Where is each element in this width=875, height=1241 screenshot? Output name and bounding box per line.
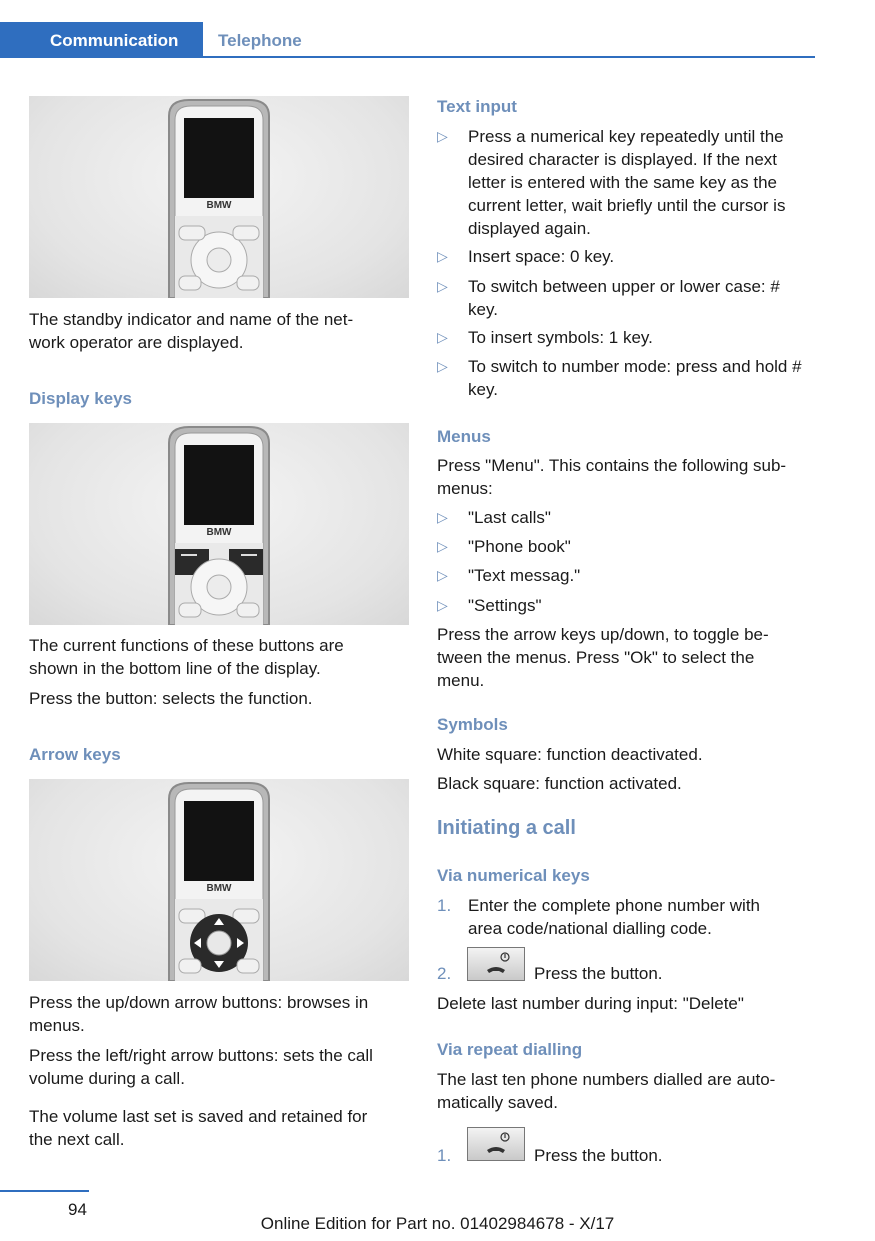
phone-handset-icon	[487, 1147, 505, 1153]
heading-numerical-keys: Via numerical keys	[437, 866, 590, 885]
phone-illustration-standby: BMW	[29, 96, 409, 298]
bmw-logo: BMW	[207, 200, 233, 211]
symbols-white: White square: function deactivated.	[437, 745, 703, 764]
list-item: 1. Enter the complete phone number with …	[437, 896, 761, 938]
list-item: ▷ "Last calls"	[437, 508, 551, 527]
list-item: ▷ To switch between upper or lower case:…	[437, 277, 780, 319]
subsection-title: Telephone	[218, 31, 302, 50]
section-title: Communication	[50, 31, 179, 50]
list-item: ▷ To switch to number mode: press and ho…	[437, 357, 802, 399]
list-item: ▷ To insert symbols: 1 key.	[437, 328, 653, 347]
heading-display-keys: Display keys	[29, 389, 133, 408]
bullet-icon: ▷	[437, 278, 448, 294]
bullet-icon: ▷	[437, 358, 448, 374]
bullet-icon: ▷	[437, 567, 448, 583]
menus-outro: Press the arrow keys up/down, to toggle …	[437, 625, 769, 690]
step-number: 2.	[437, 964, 452, 983]
step-number: 1.	[437, 1146, 452, 1165]
heading-menus: Menus	[437, 427, 491, 446]
edition-note: Online Edition for Part no. 01402984678 …	[260, 1214, 615, 1233]
bullet-icon: ▷	[437, 248, 448, 264]
heading-text-input: Text input	[437, 97, 517, 116]
phone-handset-icon	[487, 967, 505, 973]
caption-display-keys: The current functions of these buttons a…	[29, 636, 344, 678]
call-button	[467, 947, 525, 981]
delete-note: Delete last number during input: "Delete…	[437, 994, 744, 1013]
bullet-icon: ▷	[437, 538, 448, 554]
step-number: 1.	[437, 896, 452, 915]
caption-select-function: Press the button: selects the function.	[29, 689, 313, 708]
bullet-icon: ▷	[437, 509, 448, 525]
list-item: ▷ Press a numerical key repeatedly until…	[437, 127, 786, 238]
heading-initiating-call: Initiating a call	[437, 817, 576, 839]
heading-arrow-keys: Arrow keys	[29, 745, 121, 764]
header-rule	[203, 56, 815, 58]
bullet-icon: ▷	[437, 128, 448, 144]
list-item: ▷ Insert space: 0 key.	[437, 247, 615, 266]
caption-up-down: Press the up/down arrow buttons: browses…	[29, 993, 369, 1035]
list-item: ▷ "Settings"	[437, 596, 542, 615]
heading-repeat-dialling: Via repeat dialling	[437, 1040, 583, 1059]
footer-rule	[0, 1190, 89, 1192]
caption-left-right: Press the left/right arrow buttons: sets…	[29, 1046, 373, 1088]
list-item: ▷ "Text messag."	[437, 566, 581, 585]
phone-illustration-display-keys: BMW	[29, 423, 409, 625]
repeat-text: The last ten phone numbers dialled are a…	[437, 1070, 776, 1112]
list-item: ▷ "Phone book"	[437, 537, 571, 556]
bullet-icon: ▷	[437, 597, 448, 613]
call-button	[467, 1127, 525, 1161]
heading-symbols: Symbols	[437, 715, 508, 734]
bullet-icon: ▷	[437, 329, 448, 345]
symbols-black: Black square: function activated.	[437, 774, 682, 793]
phone-illustration-arrow-keys: BMW	[29, 779, 409, 981]
bmw-logo: BMW	[207, 527, 233, 538]
page-header: Communication Telephone	[0, 0, 815, 58]
caption-volume-saved: The volume last set is saved and retaine…	[29, 1107, 368, 1149]
section-tab: Communication	[0, 22, 203, 58]
menus-intro: Press "Menu". This contains the followin…	[437, 456, 787, 498]
bmw-logo: BMW	[207, 883, 233, 894]
caption-standby: The standby indicator and name of the ne…	[29, 310, 354, 352]
